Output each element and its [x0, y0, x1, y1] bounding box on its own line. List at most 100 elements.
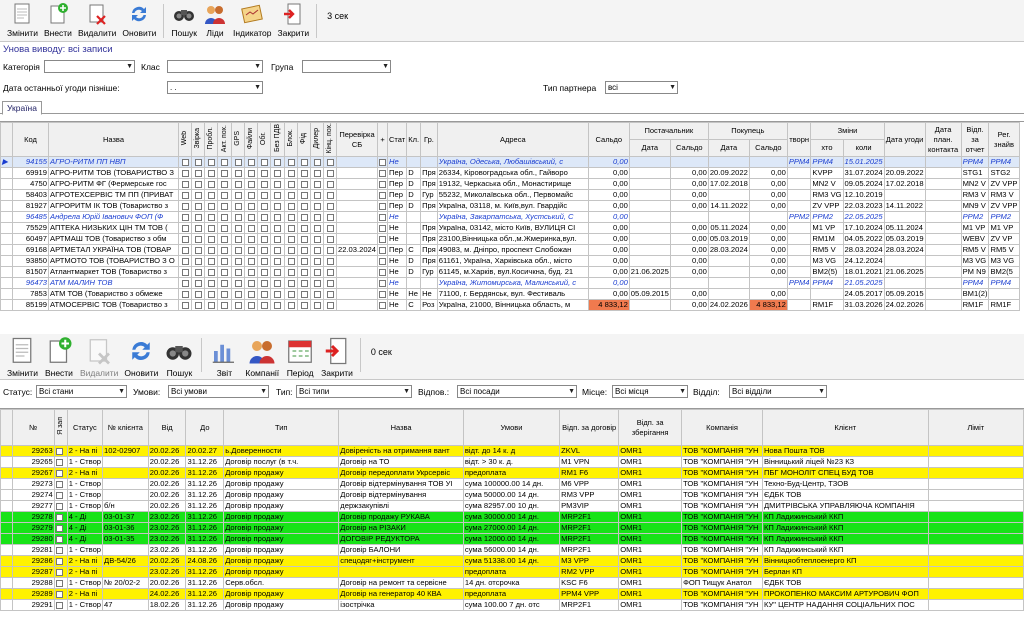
cell-flag[interactable] [191, 189, 205, 202]
checkbox[interactable] [221, 268, 228, 276]
cell-client[interactable]: Техно-Буд-Центр, ТЗОВ [761, 478, 929, 490]
cell-limit[interactable] [927, 544, 1024, 556]
cell-plus[interactable] [377, 189, 389, 202]
cell-sent[interactable]: РРМ4 [960, 156, 990, 169]
cell-flag[interactable] [204, 277, 218, 290]
cell-addr[interactable]: Україна, 03118, м. Київ,вул. Гвардійс [436, 200, 589, 213]
cell-type[interactable]: Договір послуг (в т.ч. [223, 456, 340, 468]
contract-row[interactable]: 29287 2 - На пі 23.02.26 31.12.26 Договір пр… [0, 566, 1024, 578]
cell-reg[interactable]: ZV VP [988, 233, 1020, 246]
col-supplier[interactable]: Постачальник [628, 122, 709, 141]
cell-plus[interactable] [377, 178, 389, 191]
cell-flag[interactable] [204, 211, 218, 224]
cell-num[interactable]: 29277 [11, 500, 55, 512]
cell-flag[interactable] [244, 178, 258, 191]
contract-row[interactable]: 29281 1 - Створ 23.02.26 31.12.26 Договір пр… [0, 544, 1024, 556]
cell-kl[interactable] [406, 233, 422, 246]
cell-rc[interactable]: RM2 VPP [559, 566, 620, 578]
cell-terms[interactable]: сума 51338.00 14 дн. [462, 555, 561, 567]
cell-rs[interactable]: OMR1 [618, 544, 683, 556]
cell-terms[interactable]: сума 50000.00 14 дн. [462, 489, 561, 501]
cell-type[interactable]: Договір продажу [223, 566, 340, 578]
cell-flag[interactable] [178, 244, 192, 257]
checkbox[interactable] [260, 246, 268, 254]
cell-name[interactable]: ізострічка [338, 599, 464, 611]
cell-when[interactable]: 18.01.2021 [842, 266, 885, 279]
cell-plus[interactable] [377, 255, 389, 268]
cell-flag[interactable] [53, 467, 68, 479]
checkbox[interactable] [260, 279, 268, 287]
checkbox[interactable] [247, 268, 255, 276]
cell-flag[interactable] [231, 277, 245, 290]
cell-reg[interactable]: ZV VPP [988, 200, 1020, 213]
cell-flag[interactable] [191, 222, 205, 235]
cell-flag[interactable] [231, 255, 245, 268]
col-limit[interactable]: Ліміт [927, 409, 1024, 446]
cell-company[interactable]: ТОВ "КОМПАНІЯ "УН [681, 555, 763, 567]
cell-rs[interactable]: OMR1 [618, 566, 683, 578]
checkbox[interactable] [313, 180, 321, 188]
cell-rc[interactable]: MRP2F1 [559, 544, 620, 556]
checkbox[interactable] [207, 235, 215, 243]
cell-flag[interactable] [257, 255, 271, 268]
col-terms[interactable]: Умови [462, 409, 561, 446]
cell-flag[interactable] [270, 233, 285, 246]
partner-row[interactable]: 85199 АТМОСЕРВІС ТОВ (Товариство з Не С Роз У… [0, 299, 1020, 312]
cell-num[interactable]: 29286 [11, 555, 55, 567]
checkbox[interactable] [194, 257, 202, 265]
cell-plus[interactable] [377, 299, 389, 312]
checkbox[interactable] [194, 301, 202, 309]
cell-buyer-date[interactable]: 05.03.2019 [707, 233, 750, 246]
cell-type[interactable]: Договір продажу [223, 533, 340, 545]
cell-stat[interactable]: Пер [387, 189, 408, 202]
cell-rs[interactable]: OMR1 [618, 456, 683, 468]
cell-client[interactable]: КП Ладижинський ККП [761, 533, 929, 545]
cell-reg[interactable]: РРМ2 [988, 211, 1020, 224]
cell-addr[interactable]: 26334, Кіровоградська обл., Гайворо [436, 167, 589, 180]
cell-gr[interactable]: Пря [420, 222, 438, 235]
checkbox[interactable] [234, 213, 242, 221]
cell-flag[interactable] [53, 588, 68, 600]
cell-name[interactable]: Довіреність на отримання вант [338, 445, 464, 457]
cell-code[interactable]: 69919 [12, 167, 49, 180]
cell-perev[interactable] [335, 200, 379, 213]
contract-search-button[interactable]: Пошук [164, 336, 194, 378]
checkbox[interactable] [300, 158, 308, 166]
cell-terms[interactable]: сума 27000.00 14 дн. [462, 522, 561, 534]
cell-company[interactable]: ТОВ "КОМПАНІЯ "УН [681, 544, 763, 556]
cell-type[interactable]: Договір продажу [223, 522, 340, 534]
cell-to[interactable]: 31.12.26 [185, 478, 225, 490]
checkbox[interactable] [274, 257, 281, 265]
cell-stat[interactable]: Не [387, 288, 408, 301]
cell-flag[interactable] [231, 200, 245, 213]
cell-when[interactable]: 24.12.2024 [842, 255, 885, 268]
cell-sent[interactable]: M1 VP [960, 222, 990, 235]
checkbox[interactable] [300, 301, 308, 309]
cell-status[interactable]: 1 - Створ [66, 478, 104, 490]
cell-gr[interactable] [420, 277, 438, 290]
checkbox[interactable] [313, 169, 321, 177]
cell-flag[interactable] [323, 167, 337, 180]
cell-num[interactable]: 29287 [11, 566, 55, 578]
cell-type[interactable]: Договір продажу [223, 489, 340, 501]
cell-flag[interactable] [204, 288, 218, 301]
cell-rc[interactable]: PPM4 VPP [559, 588, 620, 600]
checkbox[interactable] [247, 158, 255, 166]
cell-supplier-date[interactable] [628, 255, 671, 268]
companies-button[interactable]: Компанії [245, 336, 279, 378]
cell-flag[interactable] [217, 277, 232, 290]
cell-from[interactable]: 20.02.26 [147, 478, 187, 490]
col-buyer-date[interactable]: Дата [707, 139, 750, 158]
cell-rs[interactable]: OMR1 [618, 478, 683, 490]
cell-flag[interactable] [297, 178, 311, 191]
checkbox[interactable] [221, 169, 228, 177]
checkbox[interactable] [247, 224, 255, 232]
cell-supplier-saldo[interactable]: 0,00 [669, 222, 709, 235]
cell-cn[interactable] [102, 588, 149, 600]
checkbox[interactable] [313, 202, 321, 210]
col-reg[interactable]: Рег. знайв [988, 122, 1020, 158]
checkbox[interactable] [234, 180, 242, 188]
cell-buyer-saldo[interactable] [748, 156, 788, 169]
cell-supplier-saldo[interactable]: 0,00 [669, 233, 709, 246]
cell-status[interactable]: 4 - Ді [66, 533, 104, 545]
